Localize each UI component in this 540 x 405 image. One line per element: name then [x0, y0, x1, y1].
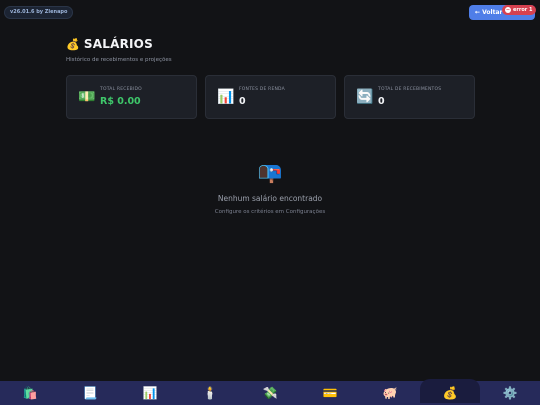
card-value: R$ 0.00	[100, 96, 141, 107]
empty-state-title: Nenhum salário encontrado	[217, 194, 323, 203]
nav-item-shopping[interactable]: 🛍️	[0, 381, 60, 405]
shopping-bags-icon: 🛍️	[22, 386, 38, 400]
candle-icon: 🕯️	[202, 386, 218, 400]
nav-item-documents[interactable]: 📃	[60, 381, 120, 405]
nav-item-savings[interactable]: 🐖	[360, 381, 420, 405]
bar-chart-icon: 📊	[217, 89, 235, 105]
empty-state: 📭 Nenhum salário encontrado Configure os…	[0, 160, 540, 215]
bar-chart-icon: 📊	[142, 386, 158, 400]
card-label: Fontes de Renda	[239, 87, 285, 92]
nav-item-salaries[interactable]: 💰	[420, 379, 480, 405]
error-badge[interactable]: − error 1	[502, 5, 537, 15]
error-icon: −	[505, 6, 511, 13]
nav-item-expenses[interactable]: 💸	[240, 381, 300, 405]
nav-item-reports[interactable]: 📊	[120, 381, 180, 405]
dollar-banknote-icon: 💵	[78, 89, 96, 105]
money-bag-icon: 💰	[442, 386, 458, 400]
document-icon: 📃	[82, 386, 98, 400]
piggy-icon: 🐖	[382, 386, 398, 400]
mailbox-icon: 📭	[257, 160, 283, 184]
nav-item-candle[interactable]: 🕯️	[180, 381, 240, 405]
refresh-icon: 🔄	[356, 89, 374, 105]
card-label: Total de Recebimentos	[378, 87, 442, 92]
money-with-wings-icon: 💸	[262, 386, 278, 400]
error-count: 1	[528, 7, 533, 13]
credit-card-icon: 💳	[322, 386, 338, 400]
page-subtitle: Histórico de recebimentos e projeções	[66, 57, 172, 63]
bottom-nav: 🛍️ 📃 📊 🕯️ 💸 💳 🐖 💰 ⚙️	[0, 379, 540, 405]
card-value: 0	[378, 96, 385, 107]
page-header: 💰 SALÁRIOS Histórico de recebimentos e p…	[66, 37, 172, 63]
error-label: error	[513, 7, 528, 13]
card-label: Total Recebido	[100, 87, 142, 92]
card-value: 0	[239, 96, 246, 107]
page-title: 💰 SALÁRIOS	[66, 37, 172, 51]
card-total-receipts: 🔄 Total de Recebimentos 0	[344, 75, 475, 119]
card-total-received: 💵 Total Recebido R$ 0.00	[66, 75, 197, 119]
gear-icon: ⚙️	[502, 386, 518, 400]
nav-item-cards[interactable]: 💳	[300, 381, 360, 405]
nav-item-settings[interactable]: ⚙️	[480, 381, 540, 405]
version-badge: v26.01.6 by Zlenapo	[4, 6, 74, 19]
page-title-text: SALÁRIOS	[83, 37, 153, 51]
empty-state-subtitle: Configure os critérios em Configurações	[214, 209, 326, 215]
money-bag-icon: 💰	[66, 37, 80, 51]
summary-cards: 💵 Total Recebido R$ 0.00 📊 Fontes de Ren…	[66, 75, 475, 119]
card-income-sources: 📊 Fontes de Renda 0	[205, 75, 336, 119]
